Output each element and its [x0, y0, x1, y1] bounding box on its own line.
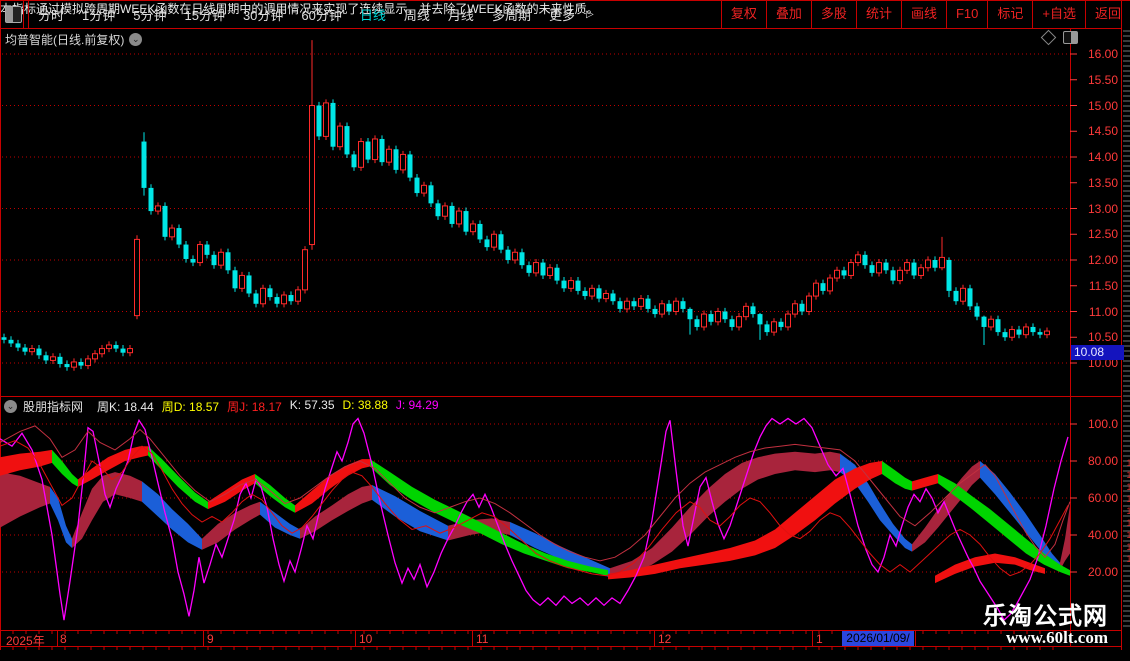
indicator-value: 周J: 18.17: [227, 400, 282, 414]
function-button-8[interactable]: +自选: [1032, 0, 1085, 28]
indicator-value: D: 38.88: [342, 398, 388, 412]
chart-title-row: 均普智能(日线.前复权) ⌄: [5, 31, 143, 48]
price-axis-label: 13.50: [1087, 175, 1118, 190]
indicator-value: K: 57.35: [289, 398, 335, 412]
chevron-down-icon[interactable]: ⌄: [129, 33, 143, 46]
price-axis-label: 11.00: [1088, 304, 1118, 319]
cursor-date-tag: 2026/01/09/五: [842, 631, 914, 660]
x-axis-label: 10: [359, 632, 373, 646]
diamond-icon[interactable]: [1040, 29, 1057, 46]
indicator-value: 周D: 18.57: [161, 400, 220, 414]
x-axis-label: 2025年: [6, 634, 45, 648]
period-toolbar-left: 分时 1分钟 5分钟 15分钟 30分钟 60分钟 日线 周线 月线 多周期 更多 ▷: [0, 0, 594, 28]
price-axis-label: 16.00: [1087, 47, 1118, 61]
function-button-6[interactable]: F10: [945, 0, 987, 28]
indicator-header: ⌄ 股朋指标网 周K: 18.44 周D: 18.57 周J: 18.17 K: 57…: [4, 398, 439, 415]
period-tab-10[interactable]: 多周期: [483, 5, 540, 24]
indicator-axis-label: 100.0: [1087, 417, 1118, 431]
price-axis-label: 10.50: [1087, 330, 1118, 345]
stock-title: 均普智能(日线.前复权): [5, 33, 125, 47]
indicator-axis-label: 60.00: [1087, 491, 1118, 505]
period-tab-4[interactable]: 15分钟: [175, 5, 233, 24]
function-toolbar: 复权 叠加 多股 统计 画线 F10 标记 +自选 返回: [720, 0, 1130, 28]
indicator-value: J: 94.29: [395, 398, 439, 412]
period-tab-2[interactable]: 1分钟: [73, 5, 124, 24]
pane-layout-icon[interactable]: [1063, 31, 1078, 44]
period-tab-3[interactable]: 5分钟: [124, 5, 175, 24]
indicator-title[interactable]: 股朋指标网: [23, 398, 83, 415]
x-axis-label: 11: [476, 632, 489, 646]
price-axis-label: 12.00: [1087, 253, 1118, 267]
x-axis-label: 1: [816, 632, 823, 646]
price-axis-label: 15.00: [1087, 98, 1118, 113]
price-axis-label: 11.50: [1088, 278, 1118, 293]
chevron-down-icon[interactable]: ⌄: [4, 400, 17, 413]
price-axis-label: 15.50: [1087, 72, 1118, 87]
function-button-5[interactable]: 画线: [900, 0, 946, 28]
function-button-3[interactable]: 多股: [810, 0, 856, 28]
x-axis-label: 9: [207, 632, 214, 646]
function-button-4[interactable]: 统计: [855, 0, 901, 28]
pane-window-icons: [1040, 29, 1078, 46]
period-tab-7[interactable]: 日线: [351, 5, 395, 24]
period-toolbar: 分时 1分钟 5分钟 15分钟 30分钟 60分钟 日线 周线 月线 多周期 更多 ▷ 复权 叠加 多股…: [0, 0, 1130, 28]
period-tab-9[interactable]: 月线: [439, 5, 483, 24]
watermark: 乐淘公式网 www.60lt.com: [983, 603, 1108, 647]
period-tab-11[interactable]: 更多: [540, 5, 584, 24]
watermark-site-name: 乐淘公式网: [983, 603, 1108, 630]
x-axis-label: 8: [60, 632, 67, 646]
trading-app-window: 分时 1分钟 5分钟 15分钟 30分钟 60分钟 日线 周线 月线 多周期 更多 ▷ 复权 叠加 多股…: [0, 0, 1130, 660]
function-button-1[interactable]: 复权: [720, 0, 766, 28]
right-edge-clipped-panel: 111111111: [1123, 30, 1130, 630]
more-arrow-icon[interactable]: ▷: [584, 9, 594, 20]
x-axis-label: 12: [658, 632, 672, 646]
clipped-digits: 111111111: [1124, 458, 1130, 566]
function-button-7[interactable]: 标记: [987, 0, 1032, 28]
indicator-value: 周K: 18.44: [97, 400, 154, 414]
function-button-9[interactable]: 返回: [1084, 0, 1130, 28]
function-button-2[interactable]: 叠加: [765, 0, 811, 28]
price-axis-label: 12.50: [1087, 227, 1118, 242]
price-axis-label: 14.00: [1087, 150, 1118, 164]
period-tab-6[interactable]: 60分钟: [292, 5, 350, 24]
price-axis-label: 13.00: [1087, 201, 1118, 216]
indicator-axis-label: 40.00: [1087, 528, 1118, 542]
period-tab-8[interactable]: 周线: [395, 5, 439, 24]
chart-graphics[interactable]: [0, 0, 1130, 650]
window-split-icon[interactable]: [5, 5, 22, 23]
price-axis-label: 14.50: [1087, 124, 1118, 139]
indicator-axis-label: 80.00: [1087, 454, 1118, 468]
period-tab-1[interactable]: 分时: [29, 5, 73, 24]
last-price-tag: 10.08: [1071, 345, 1124, 360]
period-buttons: 分时 1分钟 5分钟 15分钟 30分钟 60分钟 日线 周线 月线 多周期 更多: [29, 5, 584, 24]
indicator-axis-label: 20.00: [1087, 565, 1118, 579]
watermark-site-url: www.60lt.com: [1006, 628, 1108, 647]
indicator-values: 周K: 18.44 周D: 18.57 周J: 18.17 K: 57.35 D: 38…: [89, 398, 439, 415]
period-tab-5[interactable]: 30分钟: [234, 5, 292, 24]
